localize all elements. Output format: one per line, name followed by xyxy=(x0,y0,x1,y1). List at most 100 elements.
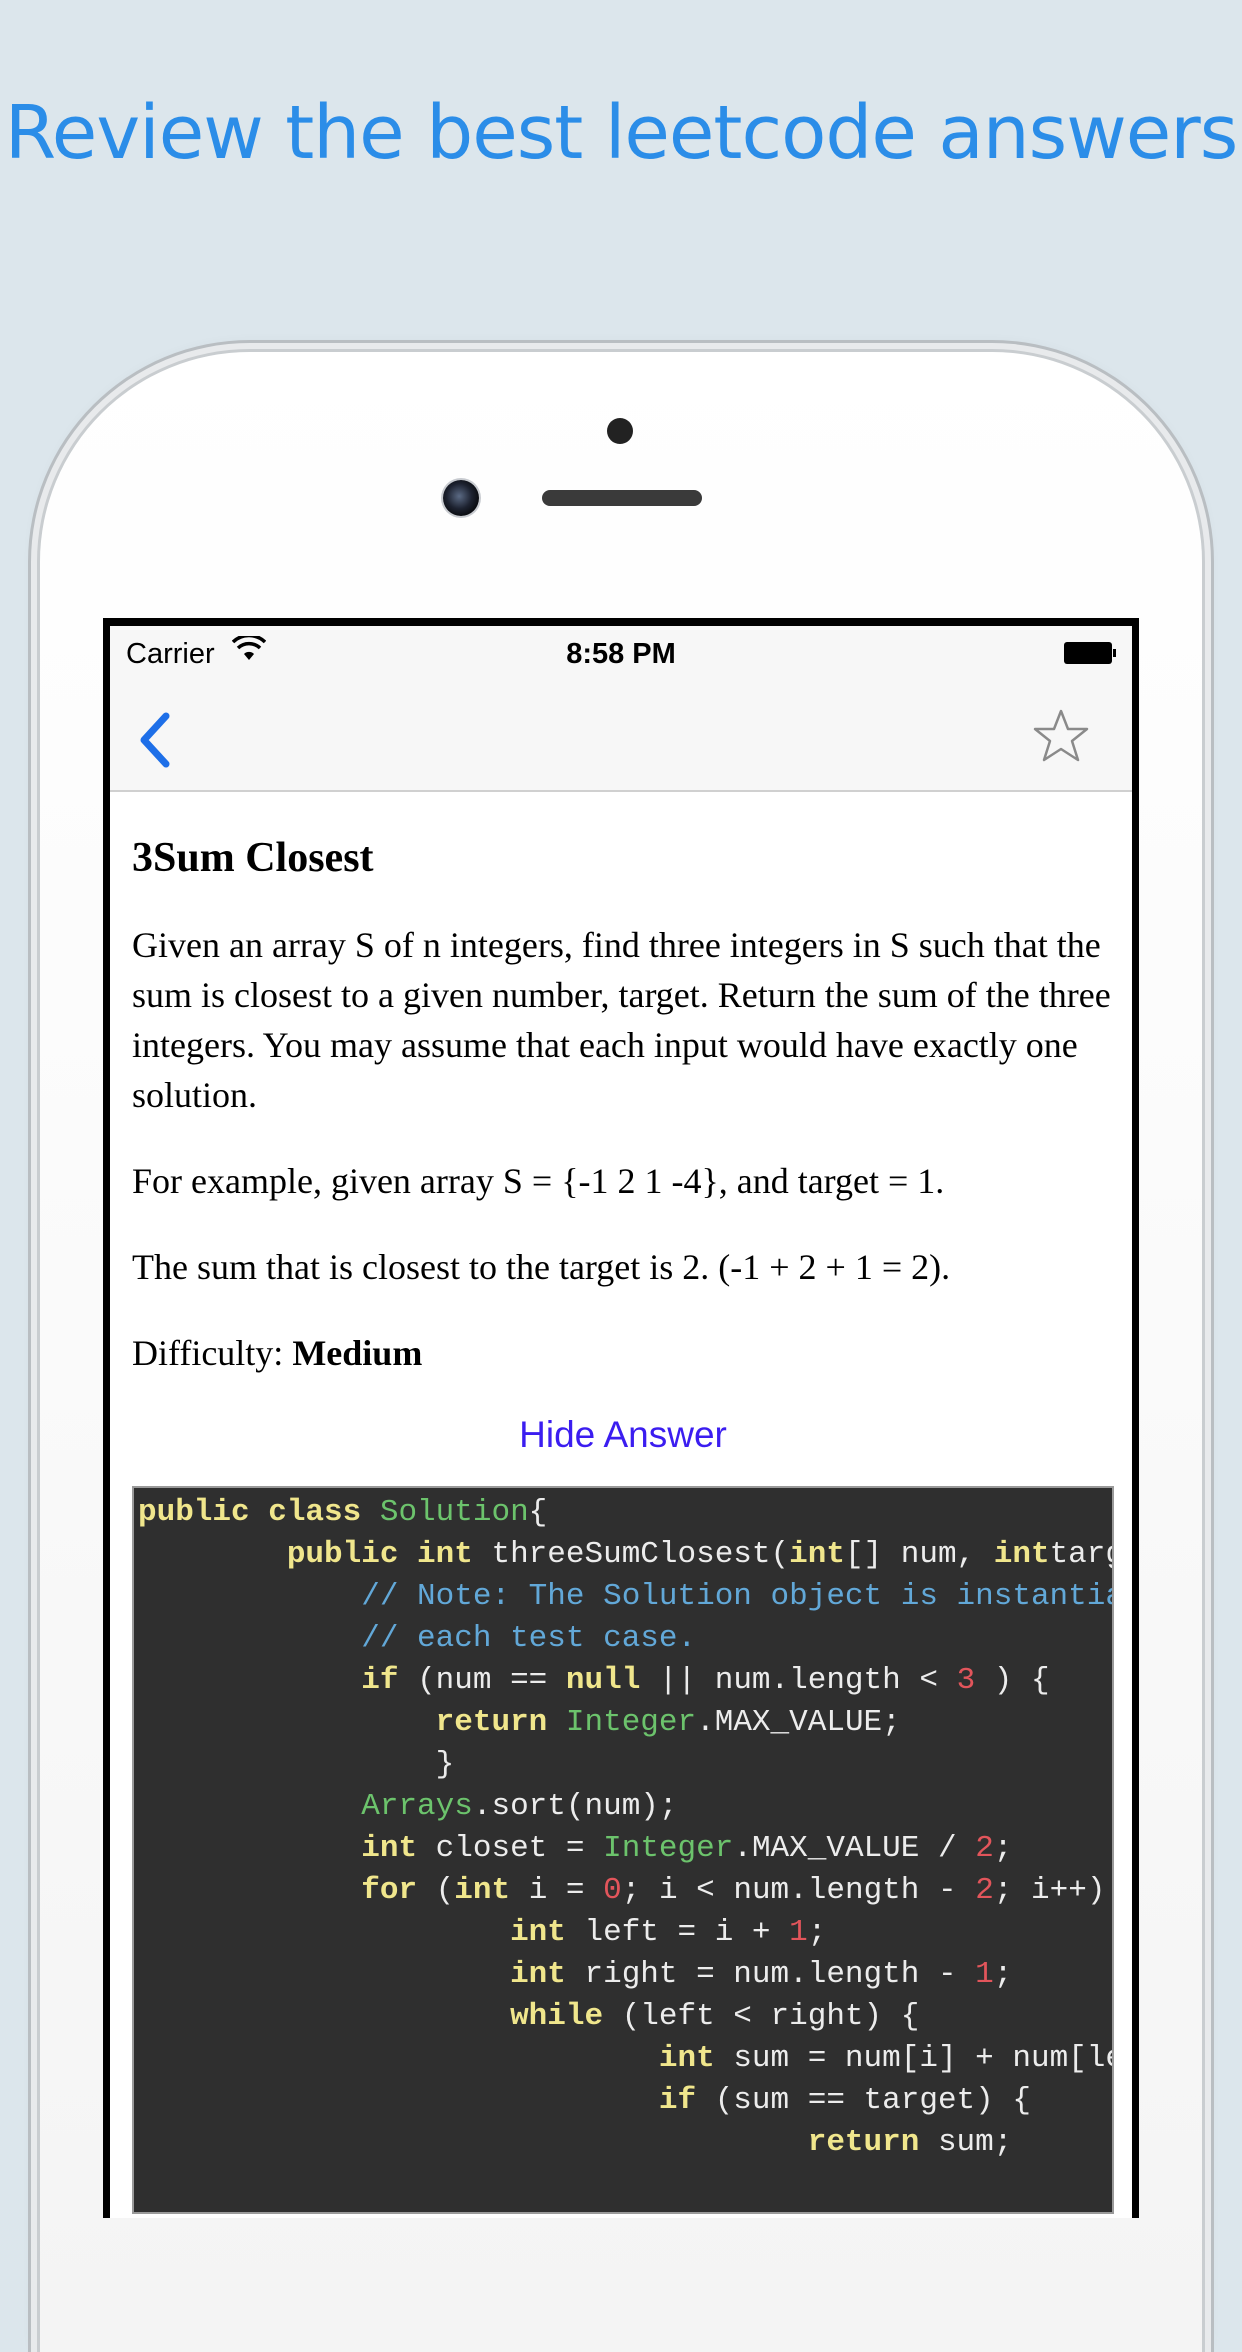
code-line: public int threeSumClosest(int[] num, in… xyxy=(138,1534,1112,1576)
code-line: Arrays.sort(num); xyxy=(138,1786,1108,1828)
code-token: int xyxy=(789,1537,845,1572)
answer-code-block: public class Solution{ public int threeS… xyxy=(132,1486,1114,2214)
phone-power-button xyxy=(1204,810,1212,960)
code-line: return sum; xyxy=(138,2122,1108,2164)
code-token: Integer xyxy=(603,1831,734,1866)
app-view: Carrier 8:58 PM 3Sum Closest Given an ar… xyxy=(110,626,1132,2218)
code-token: int xyxy=(658,2041,734,2076)
code-token: 1 xyxy=(975,1957,994,1992)
code-token: closet = xyxy=(435,1831,604,1866)
code-line: if (num == null || num.length < 3 ) { xyxy=(138,1660,1108,1702)
code-line: // Note: The Solution object is instanti… xyxy=(138,1576,1112,1618)
back-button[interactable] xyxy=(136,710,176,770)
code-token: [] num, xyxy=(844,1537,994,1572)
phone-volume-down xyxy=(30,996,38,1136)
code-token: // each test case. xyxy=(361,1621,697,1656)
code-token: (num == xyxy=(417,1663,566,1698)
problem-example: For example, given array S = {-1 2 1 -4}… xyxy=(132,1161,945,1201)
phone-mute-switch xyxy=(30,636,38,706)
code-token: 0 xyxy=(603,1873,622,1908)
status-time: 8:58 PM xyxy=(566,638,676,670)
problem-content: 3Sum Closest Given an array S of n integ… xyxy=(132,790,1114,2214)
code-token: if xyxy=(361,1663,418,1698)
code-line: int sum = num[i] + num[left] + num[right… xyxy=(138,2038,1112,2080)
code-token: null xyxy=(565,1663,659,1698)
code-token: } xyxy=(138,1747,455,1782)
code-line: int closet = Integer.MAX_VALUE / 2; xyxy=(138,1828,1108,1870)
hide-answer-link[interactable]: Hide Answer xyxy=(132,1414,1114,1456)
code-token: // Note: The Solution object is instanti… xyxy=(361,1579,1112,1614)
code-line: int right = num.length - 1; xyxy=(138,1954,1108,1996)
code-token: ( xyxy=(435,1873,455,1908)
proximity-sensor xyxy=(607,418,633,444)
phone-screen: Carrier 8:58 PM 3Sum Closest Given an ar… xyxy=(103,618,1139,2218)
earpiece-speaker xyxy=(542,490,702,506)
code-token: ; i++) { xyxy=(993,1873,1106,1908)
code-token: Integer xyxy=(565,1705,697,1740)
code-token: ; xyxy=(807,1915,827,1950)
code-token: 1 xyxy=(789,1915,808,1950)
navigation-bar xyxy=(110,678,1132,792)
code-token: 2 xyxy=(975,1873,994,1908)
code-token: (sum == target) { xyxy=(714,2083,1031,2118)
code-token: Arrays xyxy=(361,1789,473,1824)
code-token: public int xyxy=(286,1537,492,1572)
code-token: ; i < num.length - xyxy=(621,1873,976,1908)
code-token: return xyxy=(807,2125,938,2160)
code-line: int left = i + 1; xyxy=(138,1912,1108,1954)
code-token: int xyxy=(361,1831,436,1866)
code-line: } xyxy=(138,1744,1108,1786)
code-token: right = num.length - xyxy=(584,1957,976,1992)
difficulty-label: Difficulty: xyxy=(132,1333,284,1373)
code-token: target) { xyxy=(1049,1537,1112,1572)
phone-volume-up xyxy=(30,810,38,950)
problem-description: Given an array S of n integers, find thr… xyxy=(132,925,1111,1115)
code-token: .sort(num); xyxy=(472,1789,678,1824)
code-token: i = xyxy=(528,1873,604,1908)
code-line: public class Solution{ xyxy=(138,1492,1108,1534)
code-token: threeSumClosest( xyxy=(491,1537,790,1572)
code-token: ; xyxy=(993,1957,1013,1992)
problem-title: 3Sum Closest xyxy=(132,835,374,881)
code-token: int xyxy=(454,1873,529,1908)
code-line: for (int i = 0; i < num.length - 2; i++)… xyxy=(138,1870,1108,1912)
code-line: // each test case. xyxy=(138,1618,1108,1660)
code-token: .MAX_VALUE; xyxy=(696,1705,901,1740)
code-line: if (sum == target) { xyxy=(138,2080,1108,2122)
code-token: .MAX_VALUE / xyxy=(733,1831,976,1866)
code-token: int xyxy=(510,1957,585,1992)
code-token: || num.length < xyxy=(658,1663,957,1698)
code-token: for xyxy=(361,1873,436,1908)
code-token: int xyxy=(510,1915,585,1950)
code-token: public class xyxy=(138,1495,380,1530)
code-token: while xyxy=(510,1999,622,2034)
code-token: ; xyxy=(993,1831,1013,1866)
status-bar: Carrier 8:58 PM xyxy=(110,626,1132,678)
code-token: { xyxy=(528,1495,548,1530)
difficulty-value: Medium xyxy=(292,1333,423,1373)
code-line: while (left < right) { xyxy=(138,1996,1108,2038)
code-token: left = i + xyxy=(584,1915,790,1950)
code-token: sum = num[i] + num[left] + num[right]; xyxy=(733,2041,1112,2076)
code-token: 2 xyxy=(975,1831,994,1866)
problem-explanation: The sum that is closest to the target is… xyxy=(132,1247,951,1287)
code-token: (left < right) { xyxy=(621,1999,920,2034)
difficulty-line: Difficulty: Medium xyxy=(132,1328,1114,1378)
code-line: return Integer.MAX_VALUE; xyxy=(138,1702,1108,1744)
favorite-star-button[interactable] xyxy=(1032,708,1090,764)
battery-icon xyxy=(1064,642,1116,664)
code-token: Solution xyxy=(379,1495,529,1530)
